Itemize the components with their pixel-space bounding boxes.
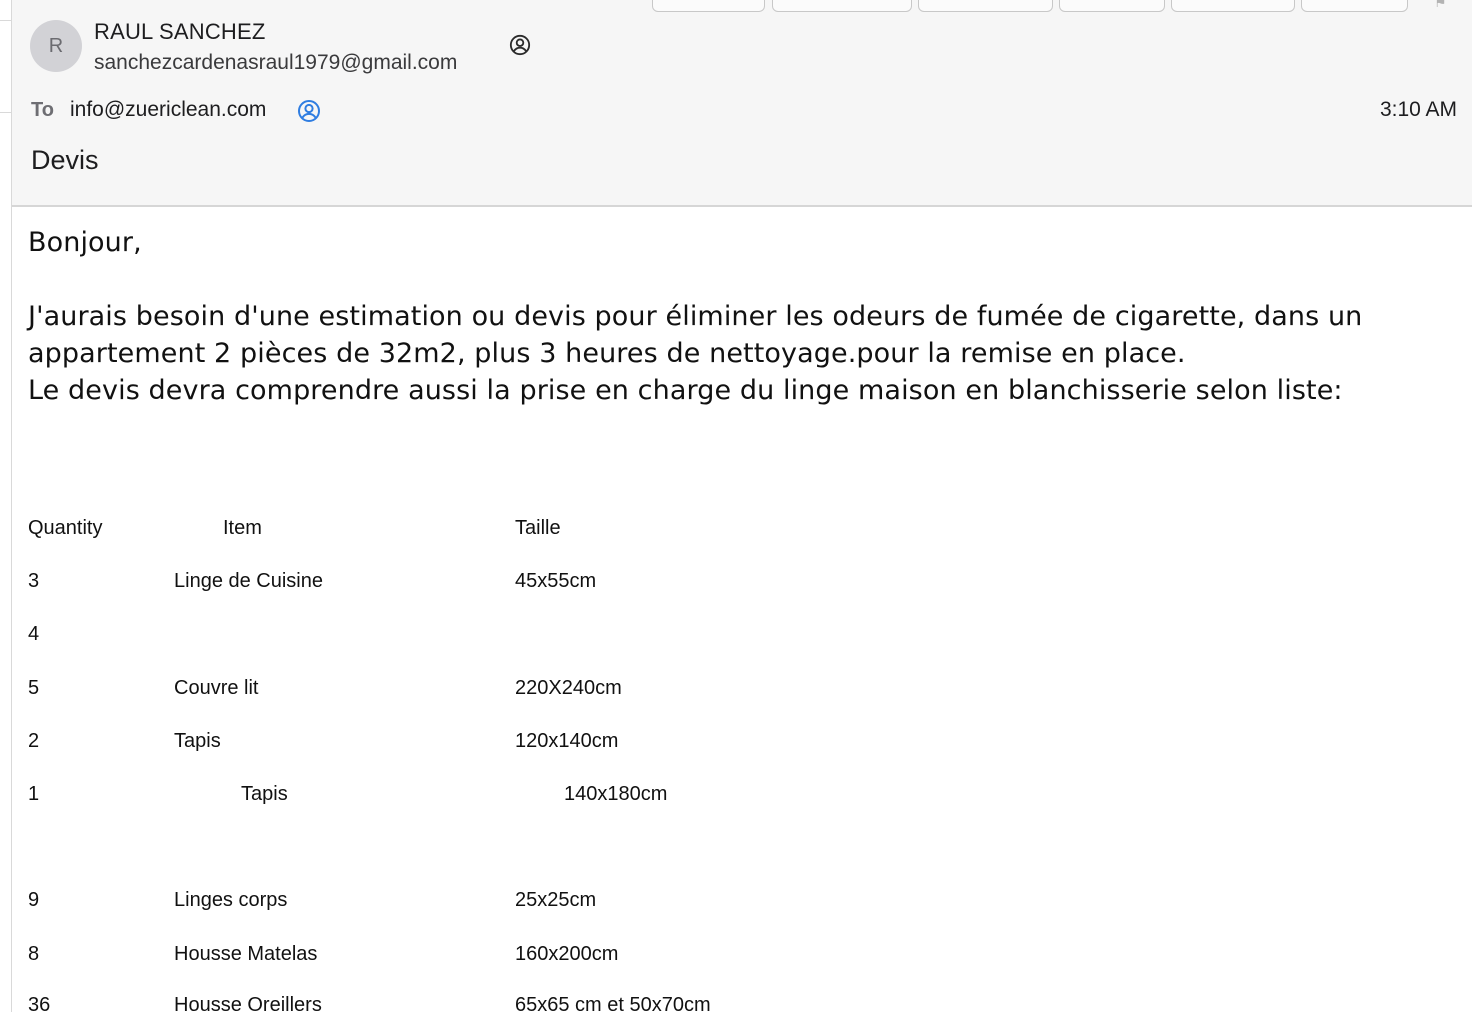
junk-button[interactable] xyxy=(1059,0,1165,12)
column-header-size: Taille xyxy=(515,517,561,539)
message-header: ⚑ R RAUL SANCHEZ sanchezcardenasraul1979… xyxy=(12,0,1472,207)
row-quantity: 36 xyxy=(28,994,51,1016)
row-item: Housse Matelas xyxy=(174,943,318,965)
sender-email[interactable]: sanchezcardenasraul1979@gmail.com xyxy=(94,51,457,75)
person-circle-icon[interactable] xyxy=(509,34,531,56)
message-time: 3:10 AM xyxy=(1379,98,1457,121)
row-quantity: 5 xyxy=(28,677,40,699)
row-item: Tapis xyxy=(241,783,288,805)
row-item: Linge de Cuisine xyxy=(174,570,323,592)
row-size: 25x25cm xyxy=(515,889,597,911)
to-label: To xyxy=(31,99,54,121)
sidebar-divider xyxy=(0,112,11,113)
row-item: Housse Oreillers xyxy=(174,994,322,1016)
row-size: 140x180cm xyxy=(564,783,668,805)
sender-name[interactable]: RAUL SANCHEZ xyxy=(94,19,266,45)
person-circle-blue-icon[interactable] xyxy=(297,99,321,123)
column-header-item: Item xyxy=(223,517,262,539)
more-button[interactable] xyxy=(1301,0,1408,12)
row-size: 160x200cm xyxy=(515,943,619,965)
row-size: 65x65 cm et 50x70cm xyxy=(515,994,711,1016)
reply-button[interactable] xyxy=(652,0,765,12)
row-quantity: 9 xyxy=(28,889,40,911)
sidebar-edge xyxy=(0,0,11,1012)
greeting: Bonjour, xyxy=(28,227,142,258)
row-item: Couvre lit xyxy=(174,677,259,699)
sidebar-divider xyxy=(0,20,11,21)
row-quantity: 3 xyxy=(28,570,40,592)
message-body: Bonjour, J'aurais besoin d'une estimatio… xyxy=(28,224,1468,409)
delete-button[interactable] xyxy=(1171,0,1295,12)
body-line: Le devis devra comprendre aussi la prise… xyxy=(28,375,1343,406)
row-size: 45x55cm xyxy=(515,570,597,592)
message-subject: Devis xyxy=(31,145,99,175)
row-item: Linges corps xyxy=(174,889,288,911)
column-header-quantity: Quantity xyxy=(28,517,103,539)
row-quantity: 8 xyxy=(28,943,40,965)
body-line: J'aurais besoin d'une estimation ou devi… xyxy=(28,301,1363,332)
row-item: Tapis xyxy=(174,730,221,752)
avatar: R xyxy=(30,20,82,72)
archive-button[interactable] xyxy=(918,0,1053,12)
recipient-address[interactable]: info@zuericlean.com xyxy=(70,98,266,122)
row-size: 220X240cm xyxy=(515,677,622,699)
flag-icon[interactable]: ⚑ xyxy=(1434,0,1454,10)
row-size: 120x140cm xyxy=(515,730,619,752)
body-line: appartement 2 pièces de 32m2, plus 3 heu… xyxy=(28,338,1186,369)
row-quantity: 4 xyxy=(28,623,40,645)
reply-all-button[interactable] xyxy=(772,0,912,12)
row-quantity: 1 xyxy=(28,783,40,805)
row-quantity: 2 xyxy=(28,730,40,752)
